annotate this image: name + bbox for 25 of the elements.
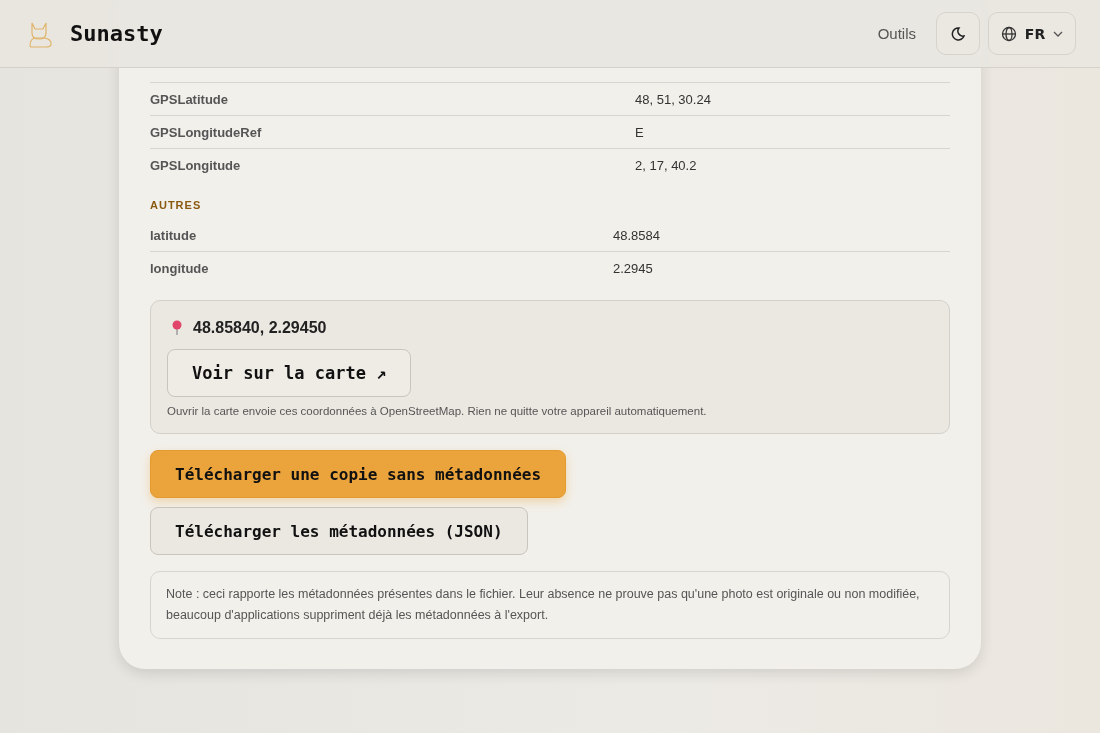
metadata-value: E — [635, 124, 645, 140]
coordinates: 48.85840, 2.29450 — [193, 319, 327, 337]
theme-toggle-button[interactable] — [936, 12, 980, 55]
note-box: Note : ceci rapporte les métadonnées présentes dans le fichier. Leur absence ne prouve pas qu'une photo est originale ou non modifiée, beaucoup d'applications suppriment déjà les métadonnées à l'export. — [150, 571, 950, 639]
tools-link[interactable]: Outils — [877, 25, 916, 42]
chevron-down-icon — [1053, 30, 1064, 37]
metadata-value: 48.8584 — [613, 227, 661, 243]
section-title: AUTRES — [150, 199, 203, 211]
metadata-key: GPSLongitudeRef — [150, 124, 635, 140]
pin-icon — [171, 320, 183, 336]
moon-icon — [951, 26, 965, 41]
download-clean-button[interactable]: Télécharger une copie sans métadonnées — [150, 450, 567, 498]
download-json-button[interactable]: Télécharger les métadonnées (JSON) — [150, 507, 528, 555]
metadata-value: 2, 17, 40.2 — [635, 157, 698, 173]
privacy-notice: Ouvrir la carte envoie ces coordonnées à OpenStreetMap. Rien ne quitte votre appareil automatiquement. — [167, 405, 708, 417]
metadata-key: longitude — [150, 260, 613, 276]
metadata-value: 2.2945 — [613, 260, 654, 276]
metadata-key: GPSLatitude — [150, 91, 635, 107]
metadata-key: GPSLongitude — [150, 157, 635, 173]
metadata-key: latitude — [150, 227, 613, 243]
brand-name[interactable]: Sunasty — [70, 21, 163, 46]
globe-icon — [1000, 25, 1017, 42]
language-selector[interactable]: FR — [988, 12, 1076, 55]
view-map-button[interactable]: Voir sur la carte ↗ — [167, 349, 412, 397]
metadata-value: 48, 51, 30.24 — [635, 91, 712, 107]
